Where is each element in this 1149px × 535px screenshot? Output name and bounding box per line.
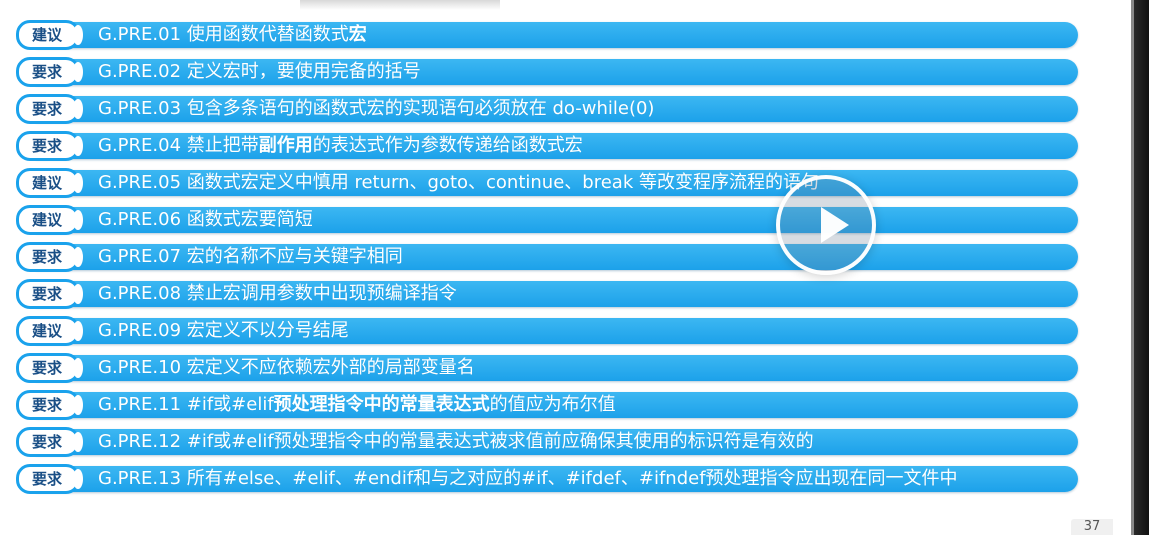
rule-text-prefix: G.PRE.12 #if或#elif预处理指令中的常量表达式被求值前应确保其使用… bbox=[98, 431, 814, 452]
coding-rule-list: 建议 G.PRE.01 使用函数代替函数式宏 要求 G.PRE.02 定义宏时，… bbox=[16, 20, 1078, 515]
rule-item-pre-11: 要求 G.PRE.11 #if或#elif预处理指令中的常量表达式的值应为布尔值 bbox=[16, 390, 1078, 420]
rule-item-pre-09: 建议 G.PRE.09 宏定义不以分号结尾 bbox=[16, 316, 1078, 346]
rule-badge-label: 建议 bbox=[32, 322, 63, 340]
rule-text-prefix: G.PRE.02 定义宏时，要使用完备的括号 bbox=[98, 61, 421, 82]
rule-badge-label: 建议 bbox=[32, 174, 63, 192]
rule-text-prefix: G.PRE.06 函数式宏要简短 bbox=[98, 209, 313, 230]
rule-badge-label: 要求 bbox=[32, 359, 63, 377]
rule-text: G.PRE.02 定义宏时，要使用完备的括号 bbox=[98, 60, 421, 84]
rule-item-pre-07: 要求 G.PRE.07 宏的名称不应与关键字相同 bbox=[16, 242, 1078, 272]
rule-badge-label: 要求 bbox=[32, 248, 63, 266]
rule-item-pre-04: 要求 G.PRE.04 禁止把带副作用的表达式作为参数传递给函数式宏 bbox=[16, 131, 1078, 161]
rule-item-pre-05: 建议 G.PRE.05 函数式宏定义中慎用 return、goto、contin… bbox=[16, 168, 1078, 198]
slide-canvas: 建议 G.PRE.01 使用函数代替函数式宏 要求 G.PRE.02 定义宏时，… bbox=[0, 0, 1149, 535]
rule-text-suffix: 的表达式作为参数传递给函数式宏 bbox=[312, 135, 583, 156]
rule-text-prefix: G.PRE.03 包含多条语句的函数式宏的实现语句必须放在 do-while(0… bbox=[98, 98, 655, 119]
rule-text-prefix: G.PRE.11 #if或#elif bbox=[98, 394, 274, 415]
rule-text: G.PRE.05 函数式宏定义中慎用 return、goto、continue、… bbox=[98, 171, 819, 195]
rule-text-bold: 宏 bbox=[348, 24, 367, 45]
rule-badge-label: 要求 bbox=[32, 433, 63, 451]
rule-badge-label: 要求 bbox=[32, 137, 63, 155]
rule-badge-label: 要求 bbox=[32, 470, 63, 488]
rule-text-suffix: 的值应为布尔值 bbox=[489, 394, 616, 415]
rule-item-pre-06: 建议 G.PRE.06 函数式宏要简短 bbox=[16, 205, 1078, 235]
right-window-edge bbox=[1131, 0, 1149, 535]
video-play-button[interactable] bbox=[776, 175, 876, 275]
play-icon bbox=[821, 207, 849, 243]
rule-item-pre-12: 要求 G.PRE.12 #if或#elif预处理指令中的常量表达式被求值前应确保… bbox=[16, 427, 1078, 457]
rule-text: G.PRE.01 使用函数代替函数式宏 bbox=[98, 23, 367, 47]
rule-badge-label: 建议 bbox=[32, 211, 63, 229]
rule-text-prefix: G.PRE.01 使用函数代替函数式 bbox=[98, 24, 349, 45]
rule-text: G.PRE.06 函数式宏要简短 bbox=[98, 208, 313, 232]
rule-text-prefix: G.PRE.04 禁止把带 bbox=[98, 135, 259, 156]
rule-text: G.PRE.11 #if或#elif预处理指令中的常量表达式的值应为布尔值 bbox=[98, 393, 616, 417]
slide-page-number: 37 bbox=[1071, 519, 1113, 535]
rule-text: G.PRE.03 包含多条语句的函数式宏的实现语句必须放在 do-while(0… bbox=[98, 97, 654, 121]
rule-text: G.PRE.12 #if或#elif预处理指令中的常量表达式被求值前应确保其使用… bbox=[98, 430, 814, 454]
rule-text-prefix: G.PRE.09 宏定义不以分号结尾 bbox=[98, 320, 349, 341]
rule-text-bold: 预处理指令中的常量表达式 bbox=[273, 394, 490, 415]
rule-text: G.PRE.07 宏的名称不应与关键字相同 bbox=[98, 245, 403, 269]
rule-text: G.PRE.09 宏定义不以分号结尾 bbox=[98, 319, 349, 343]
rule-badge-label: 要求 bbox=[32, 100, 63, 118]
top-edge-artifact bbox=[300, 0, 500, 10]
rule-badge-label: 要求 bbox=[32, 396, 63, 414]
rule-text: G.PRE.08 禁止宏调用参数中出现预编译指令 bbox=[98, 282, 457, 306]
rule-item-pre-01: 建议 G.PRE.01 使用函数代替函数式宏 bbox=[16, 20, 1078, 50]
rule-badge-label: 要求 bbox=[32, 63, 63, 81]
rule-text-prefix: G.PRE.10 宏定义不应依赖宏外部的局部变量名 bbox=[98, 357, 475, 378]
rule-text-prefix: G.PRE.08 禁止宏调用参数中出现预编译指令 bbox=[98, 283, 457, 304]
rule-text-prefix: G.PRE.13 所有#else、#elif、#endif和与之对应的#if、#… bbox=[98, 468, 958, 489]
rule-item-pre-08: 要求 G.PRE.08 禁止宏调用参数中出现预编译指令 bbox=[16, 279, 1078, 309]
rule-item-pre-13: 要求 G.PRE.13 所有#else、#elif、#endif和与之对应的#i… bbox=[16, 464, 1078, 494]
rule-item-pre-10: 要求 G.PRE.10 宏定义不应依赖宏外部的局部变量名 bbox=[16, 353, 1078, 383]
rule-text-prefix: G.PRE.07 宏的名称不应与关键字相同 bbox=[98, 246, 403, 267]
rule-item-pre-02: 要求 G.PRE.02 定义宏时，要使用完备的括号 bbox=[16, 57, 1078, 87]
rule-badge-label: 建议 bbox=[32, 26, 63, 44]
rule-text-bold: 副作用 bbox=[258, 135, 313, 156]
rule-item-pre-03: 要求 G.PRE.03 包含多条语句的函数式宏的实现语句必须放在 do-whil… bbox=[16, 94, 1078, 124]
rule-text: G.PRE.13 所有#else、#elif、#endif和与之对应的#if、#… bbox=[98, 467, 958, 491]
rule-text: G.PRE.10 宏定义不应依赖宏外部的局部变量名 bbox=[98, 356, 475, 380]
rule-badge-label: 要求 bbox=[32, 285, 63, 303]
rule-text: G.PRE.04 禁止把带副作用的表达式作为参数传递给函数式宏 bbox=[98, 134, 583, 158]
rule-text-prefix: G.PRE.05 函数式宏定义中慎用 return、goto、continue、… bbox=[98, 172, 819, 193]
